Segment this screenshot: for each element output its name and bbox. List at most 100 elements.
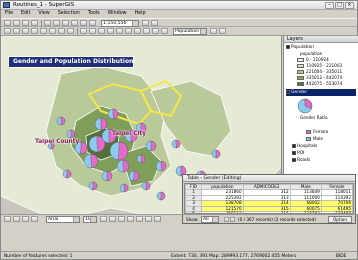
previous-extent-icon[interactable] — [58, 28, 65, 34]
font-size-combo[interactable]: 10 — [83, 216, 97, 223]
close-button[interactable]: × — [345, 2, 354, 9]
gender-pie-symbol[interactable] — [66, 129, 76, 139]
window-title: Routines_1 - SuperGIS — [13, 2, 75, 8]
chart-icon[interactable] — [134, 28, 141, 34]
bold-icon[interactable] — [100, 216, 107, 222]
layer-gender[interactable]: Gender — [286, 89, 356, 96]
new-text-icon[interactable] — [22, 216, 29, 222]
gender-pie-symbol[interactable] — [56, 116, 66, 126]
target-layer-combo[interactable]: Population — [173, 28, 207, 35]
layer-roads[interactable]: Roads — [292, 157, 310, 164]
menu-view[interactable]: View — [38, 10, 49, 18]
status-bar: Number of features selected: 1 Extent: 7… — [1, 251, 357, 260]
swatch — [297, 58, 304, 62]
maximize-button[interactable]: □ — [335, 2, 344, 9]
legend-label: Male — [313, 136, 323, 141]
underline-icon[interactable] — [118, 216, 125, 222]
gender-pie-symbol[interactable] — [101, 170, 113, 182]
open-icon[interactable] — [13, 20, 20, 26]
menu-edit[interactable]: Edit — [21, 10, 30, 18]
checkbox-icon[interactable] — [292, 150, 296, 155]
rotate-icon[interactable] — [13, 216, 20, 222]
checkbox-icon[interactable] — [286, 44, 290, 49]
gender-pie-symbol[interactable] — [88, 181, 98, 191]
gender-pie-symbol[interactable] — [109, 141, 129, 161]
layer-hospitals[interactable]: Hospitals — [292, 143, 317, 150]
print-icon[interactable] — [31, 20, 38, 26]
legend-item: 442075 - 553074 — [297, 81, 342, 87]
gender-pie-symbol[interactable] — [94, 117, 108, 131]
table-icon[interactable] — [125, 28, 132, 34]
layer-poi[interactable]: POI — [292, 150, 304, 157]
layer-population[interactable]: Population — [286, 44, 314, 51]
full-extent-icon[interactable] — [49, 28, 56, 34]
gender-pie-symbol[interactable] — [141, 181, 151, 191]
sketch-icon[interactable] — [219, 28, 226, 34]
gender-pie-symbol[interactable] — [145, 140, 157, 152]
zoom-out-icon[interactable] — [13, 28, 20, 34]
fill-color-icon[interactable] — [136, 216, 143, 222]
gender-pie-symbol[interactable] — [156, 191, 166, 201]
line-color-icon[interactable] — [145, 216, 152, 222]
gender-pie-symbol[interactable] — [83, 153, 99, 169]
save-icon[interactable] — [22, 20, 29, 26]
add-layer-icon[interactable] — [142, 20, 149, 26]
scalebar-icon[interactable] — [161, 28, 168, 34]
undo-icon[interactable] — [80, 20, 87, 26]
attribute-table-grid[interactable]: FID population ADMICODE2 Male Female 1 23… — [184, 183, 354, 214]
find-icon[interactable] — [107, 28, 114, 34]
gender-pie-symbol[interactable] — [62, 169, 72, 179]
font-color-icon[interactable] — [127, 216, 134, 222]
scale-combo[interactable]: 1:150,556 — [101, 20, 139, 27]
table-title: Table - Gender (Editing) — [183, 175, 355, 182]
paste-icon[interactable] — [62, 20, 69, 26]
legend-icon[interactable] — [143, 28, 150, 34]
edit-icon[interactable] — [210, 28, 217, 34]
swatch — [306, 137, 311, 141]
italic-icon[interactable] — [109, 216, 116, 222]
checkbox-icon[interactable] — [292, 143, 296, 148]
app-icon — [3, 2, 10, 8]
redo-icon[interactable] — [89, 20, 96, 26]
zoom-in-icon[interactable] — [4, 28, 11, 34]
pan-icon[interactable] — [40, 28, 47, 34]
cut-icon[interactable] — [44, 20, 51, 26]
delete-icon[interactable] — [71, 20, 78, 26]
fixed-zoom-out-icon[interactable] — [31, 28, 38, 34]
gender-pie-symbol[interactable] — [128, 170, 140, 182]
layer-label: POI — [297, 151, 305, 156]
measure-icon[interactable] — [98, 28, 105, 34]
north-arrow-icon[interactable] — [152, 28, 159, 34]
swatch — [297, 70, 304, 74]
select-icon[interactable] — [80, 28, 87, 34]
hyperlink-icon[interactable] — [116, 28, 123, 34]
menu-help[interactable]: Help — [135, 10, 146, 18]
menu-window[interactable]: Window — [108, 10, 127, 18]
identify-icon[interactable] — [151, 20, 158, 26]
menu-selection[interactable]: Selection — [58, 10, 80, 18]
draw-shape-icon[interactable] — [31, 216, 38, 222]
fixed-zoom-in-icon[interactable] — [22, 28, 29, 34]
clear-selection-icon[interactable] — [89, 28, 96, 34]
checkbox-icon[interactable] — [286, 89, 290, 94]
gender-pie-symbol[interactable] — [136, 154, 146, 164]
font-combo[interactable]: Arial — [46, 216, 80, 223]
next-extent-icon[interactable] — [67, 28, 74, 34]
new-icon[interactable] — [4, 20, 11, 26]
checkbox-icon[interactable] — [292, 157, 296, 162]
pointer-icon[interactable] — [4, 216, 11, 222]
marker-color-icon[interactable] — [154, 216, 161, 222]
copy-icon[interactable] — [53, 20, 60, 26]
legend-label: Female — [313, 129, 329, 134]
attribute-table: FID population ADMICODE2 Male Female 1 23… — [185, 184, 353, 213]
gender-pie-symbol[interactable] — [171, 139, 181, 149]
gender-pie-symbol[interactable] — [116, 159, 130, 173]
gender-pie-symbol[interactable] — [155, 160, 167, 172]
menu-bar: File Edit View Selection Tools Window He… — [1, 10, 357, 18]
gender-pie-symbol[interactable] — [107, 108, 119, 120]
minimize-button[interactable]: – — [325, 2, 334, 9]
menu-tools[interactable]: Tools — [88, 10, 100, 18]
gender-pie-symbol[interactable] — [211, 149, 221, 159]
menu-file[interactable]: File — [5, 10, 13, 18]
gender-pie-symbol[interactable] — [119, 183, 129, 193]
